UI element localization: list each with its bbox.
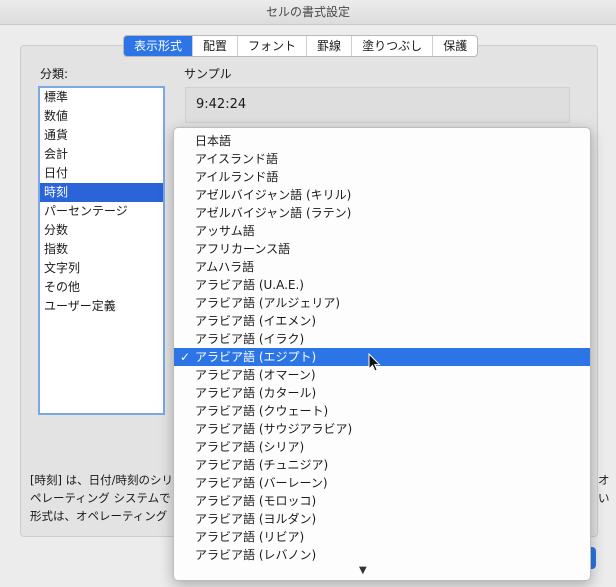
category-item-selected[interactable]: 時刻 <box>40 183 163 202</box>
window-title: セルの書式設定 <box>0 0 616 25</box>
locale-option[interactable]: アラビア語 (チュニジア) <box>174 456 590 474</box>
category-item[interactable]: パーセンテージ <box>40 202 163 221</box>
description-line-tail: オ <box>598 473 610 487</box>
category-item[interactable]: 標準 <box>40 88 163 107</box>
category-item[interactable]: ユーザー定義 <box>40 297 163 316</box>
locale-option-label: アラビア語 (エジプト) <box>195 350 317 364</box>
locale-option[interactable]: アラビア語 (クウェート) <box>174 402 590 420</box>
category-item[interactable]: 分数 <box>40 221 163 240</box>
tab-border[interactable]: 罫線 <box>307 36 353 56</box>
locale-option[interactable]: アラビア語 (イラク) <box>174 330 590 348</box>
sample-preview: 9:42:24 <box>185 87 570 123</box>
scroll-down-arrow-icon[interactable]: ▼ <box>359 565 367 576</box>
category-item[interactable]: 文字列 <box>40 259 163 278</box>
locale-option[interactable]: アラビア語 (ヨルダン) <box>174 510 590 528</box>
category-label: 分類: <box>40 67 69 81</box>
tab-font[interactable]: フォント <box>238 36 308 56</box>
locale-option[interactable]: アラビア語 (モロッコ) <box>174 492 590 510</box>
tab-number-format[interactable]: 表示形式 <box>124 36 194 56</box>
tab-alignment[interactable]: 配置 <box>193 36 239 56</box>
category-item[interactable]: 日付 <box>40 164 163 183</box>
locale-option[interactable]: アラビア語 (カタール) <box>174 384 590 402</box>
locale-option[interactable]: アイスランド語 <box>174 150 590 168</box>
checkmark-icon: ✓ <box>180 350 191 364</box>
tab-fill[interactable]: 塗りつぶし <box>352 36 434 56</box>
locale-option-selected[interactable]: ✓ アラビア語 (エジプト) <box>174 348 590 366</box>
locale-option[interactable]: アゼルバイジャン語 (キリル) <box>174 186 590 204</box>
tab-bar: 表示形式 配置 フォント 罫線 塗りつぶし 保護 <box>123 35 479 57</box>
description-line: ペレーティング システムで <box>30 491 171 505</box>
description-line-tail: い <box>598 491 610 505</box>
category-item[interactable]: 数値 <box>40 107 163 126</box>
locale-option[interactable]: アラビア語 (リビア) <box>174 528 590 546</box>
category-item[interactable]: 会計 <box>40 145 163 164</box>
locale-option[interactable]: アゼルバイジャン語 (ラテン) <box>174 204 590 222</box>
category-item[interactable]: 通貨 <box>40 126 163 145</box>
locale-option[interactable]: アラビア語 (レバノン) <box>174 546 590 564</box>
category-item[interactable]: 指数 <box>40 240 163 259</box>
sample-label: サンプル <box>184 67 232 81</box>
locale-option[interactable]: アラビア語 (アルジェリア) <box>174 294 590 312</box>
tab-protection[interactable]: 保護 <box>433 36 477 56</box>
description-line: [時刻] は、日付/時刻のシリ <box>30 473 174 487</box>
locale-dropdown-menu[interactable]: 日本語 アイスランド語 アイルランド語 アゼルバイジャン語 (キリル) アゼルバ… <box>173 127 591 581</box>
category-item[interactable]: その他 <box>40 278 163 297</box>
mouse-pointer-icon <box>368 353 381 372</box>
locale-option[interactable]: アラビア語 (シリア) <box>174 438 590 456</box>
locale-option[interactable]: アラビア語 (イエメン) <box>174 312 590 330</box>
locale-option[interactable]: アラビア語 (バーレーン) <box>174 474 590 492</box>
locale-option[interactable]: アムハラ語 <box>174 258 590 276</box>
locale-option[interactable]: アッサム語 <box>174 222 590 240</box>
category-list[interactable]: 標準 数値 通貨 会計 日付 時刻 パーセンテージ 分数 指数 文字列 その他 … <box>38 86 165 415</box>
locale-option[interactable]: アイルランド語 <box>174 168 590 186</box>
locale-option[interactable]: アラビア語 (サウジアラビア) <box>174 420 590 438</box>
locale-option[interactable]: アラビア語 (U.A.E.) <box>174 276 590 294</box>
locale-option[interactable]: アフリカーンス語 <box>174 240 590 258</box>
description-line: 形式は、オペレーティング <box>30 509 168 523</box>
locale-option[interactable]: アラビア語 (オマーン) <box>174 366 590 384</box>
locale-option[interactable]: 日本語 <box>174 132 590 150</box>
